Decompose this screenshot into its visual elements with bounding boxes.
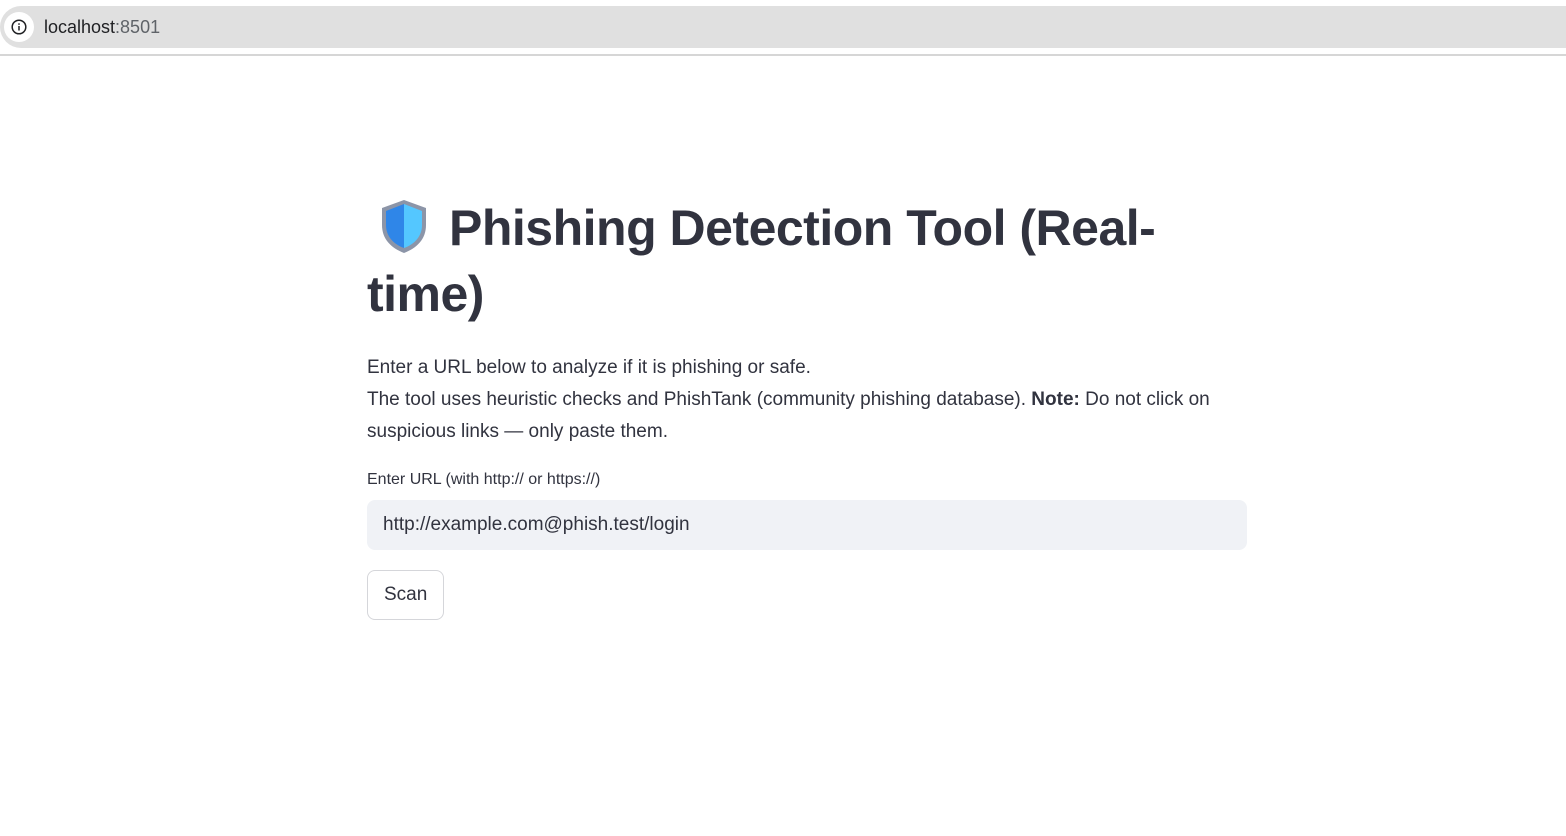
- description: Enter a URL below to analyze if it is ph…: [367, 352, 1247, 448]
- address-url[interactable]: localhost:8501: [44, 17, 160, 38]
- page-title-text: Phishing Detection Tool (Real-time): [367, 200, 1156, 322]
- page-title: Phishing Detection Tool (Real-time): [367, 195, 1247, 327]
- description-text-a: The tool uses heuristic checks and Phish…: [367, 389, 1032, 410]
- url-input[interactable]: [367, 500, 1247, 550]
- description-line-1: Enter a URL below to analyze if it is ph…: [367, 357, 811, 378]
- url-host: localhost: [44, 16, 116, 37]
- info-icon: [11, 19, 27, 35]
- address-bar[interactable]: localhost:8501: [0, 6, 1566, 48]
- note-label: Note:: [1031, 389, 1080, 410]
- shield-icon: [382, 200, 426, 253]
- browser-toolbar: localhost:8501: [0, 0, 1566, 56]
- url-port: :8501: [115, 16, 161, 37]
- site-info-button[interactable]: [4, 12, 34, 42]
- main-content: Phishing Detection Tool (Real-time) Ente…: [367, 195, 1247, 620]
- scan-button[interactable]: Scan: [367, 570, 445, 620]
- url-input-label: Enter URL (with http:// or https://): [367, 471, 601, 488]
- description-line-2: The tool uses heuristic checks and Phish…: [367, 384, 1247, 448]
